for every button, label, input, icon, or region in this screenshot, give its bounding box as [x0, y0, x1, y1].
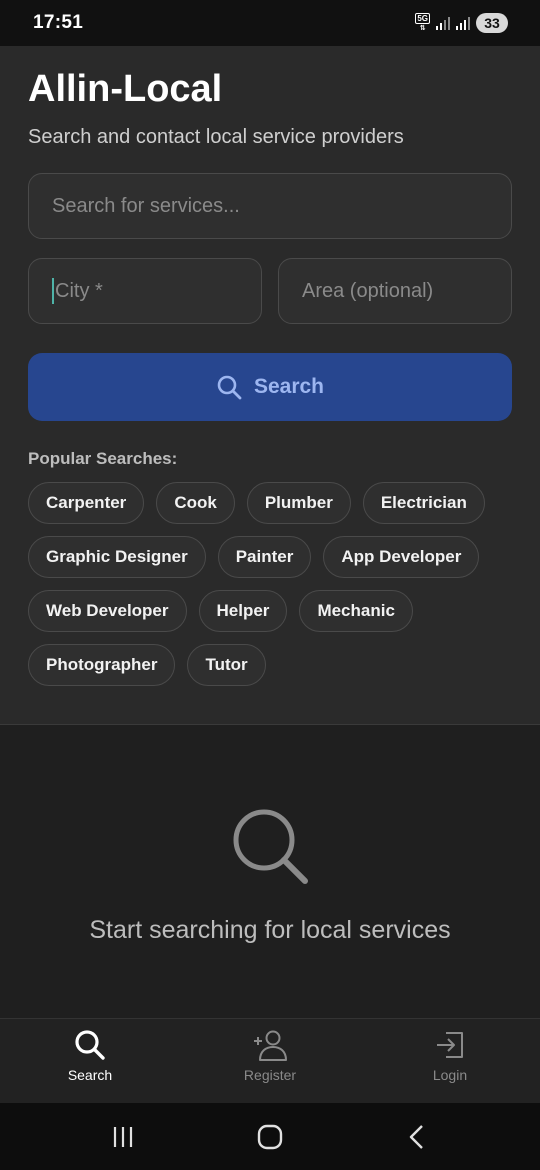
nav-register[interactable]: Register	[180, 1019, 360, 1103]
home-icon	[257, 1124, 283, 1149]
area-input-placeholder: Area (optional)	[302, 279, 434, 302]
city-input[interactable]: City *	[28, 258, 262, 324]
signal-icon	[436, 16, 450, 30]
recent-apps-button[interactable]	[93, 1117, 153, 1157]
city-input-placeholder: City *	[55, 279, 103, 302]
nav-login-label: Login	[432, 1067, 468, 1083]
search-input[interactable]: Search for services...	[28, 173, 512, 239]
add-user-icon	[254, 1030, 287, 1061]
chip-electrician[interactable]: Electrician	[362, 482, 485, 524]
status-icons: 5G ⇅ 33	[415, 13, 508, 33]
page-title: Allin-Local	[28, 68, 223, 110]
search-input-placeholder: Search for services...	[52, 194, 240, 217]
network-icon: 5G ⇅	[415, 13, 430, 32]
search-icon	[217, 375, 242, 400]
search-icon	[233, 809, 308, 884]
search-button-label: Search	[253, 375, 325, 398]
home-button[interactable]	[240, 1117, 300, 1157]
chip-tutor[interactable]: Tutor	[187, 644, 266, 686]
search-panel: Allin-Local Search and contact local ser…	[0, 46, 540, 725]
chip-plumber[interactable]: Plumber	[246, 482, 351, 524]
area-input[interactable]: Area (optional)	[278, 258, 512, 324]
bottom-nav: Search Register Login	[0, 1018, 540, 1103]
empty-state: Start searching for local services	[0, 726, 540, 1018]
status-bar: 17:51 5G ⇅ 33	[0, 0, 540, 46]
nav-register-label: Register	[243, 1067, 297, 1083]
system-nav-bar	[0, 1103, 540, 1170]
chip-web-developer[interactable]: Web Developer	[28, 590, 187, 632]
back-icon	[409, 1124, 423, 1149]
signal-icon-2	[456, 16, 470, 30]
status-time: 17:51	[33, 12, 84, 33]
login-icon	[437, 1032, 463, 1058]
back-button[interactable]	[387, 1117, 447, 1157]
empty-state-message: Start searching for local services	[89, 916, 451, 944]
search-icon	[75, 1030, 105, 1060]
page-subtitle: Search and contact local service provide…	[28, 126, 404, 148]
chip-cook[interactable]: Cook	[156, 482, 235, 524]
chip-helper[interactable]: Helper	[198, 590, 288, 632]
chip-app-developer[interactable]: App Developer	[323, 536, 480, 578]
chip-painter[interactable]: Painter	[217, 536, 312, 578]
popular-searches-label: Popular Searches:	[28, 449, 178, 468]
nav-search-label: Search	[67, 1067, 113, 1083]
chip-photographer[interactable]: Photographer	[28, 644, 176, 686]
nav-login[interactable]: Login	[360, 1019, 540, 1103]
nav-search[interactable]: Search	[0, 1019, 180, 1103]
chip-mechanic[interactable]: Mechanic	[299, 590, 413, 632]
text-cursor	[52, 278, 54, 304]
chip-carpenter[interactable]: Carpenter	[28, 482, 145, 524]
recent-apps-icon	[114, 1126, 133, 1147]
popular-searches-list: Carpenter Cook Plumber Electrician Graph…	[28, 482, 518, 686]
chip-graphic-designer[interactable]: Graphic Designer	[28, 536, 206, 578]
battery-icon: 33	[476, 13, 508, 33]
search-button[interactable]: Search	[28, 353, 512, 421]
